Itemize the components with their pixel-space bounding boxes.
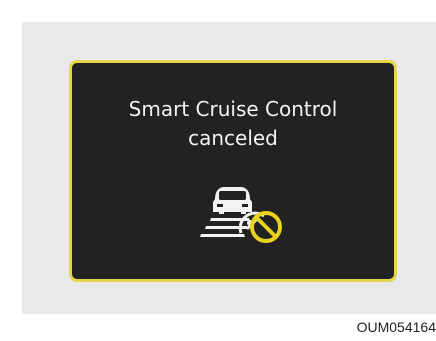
message-line-1: Smart Cruise Control: [128, 97, 338, 121]
smart-cruise-control-canceled-icon: [200, 187, 282, 243]
cluster-message: Smart Cruise Control canceled: [72, 95, 394, 153]
cluster-display: Smart Cruise Control canceled: [69, 60, 397, 282]
figure-code: OUM054164: [356, 319, 436, 335]
car-icon: [213, 187, 252, 214]
message-line-2: canceled: [188, 126, 278, 150]
prohibited-icon: [250, 211, 282, 243]
